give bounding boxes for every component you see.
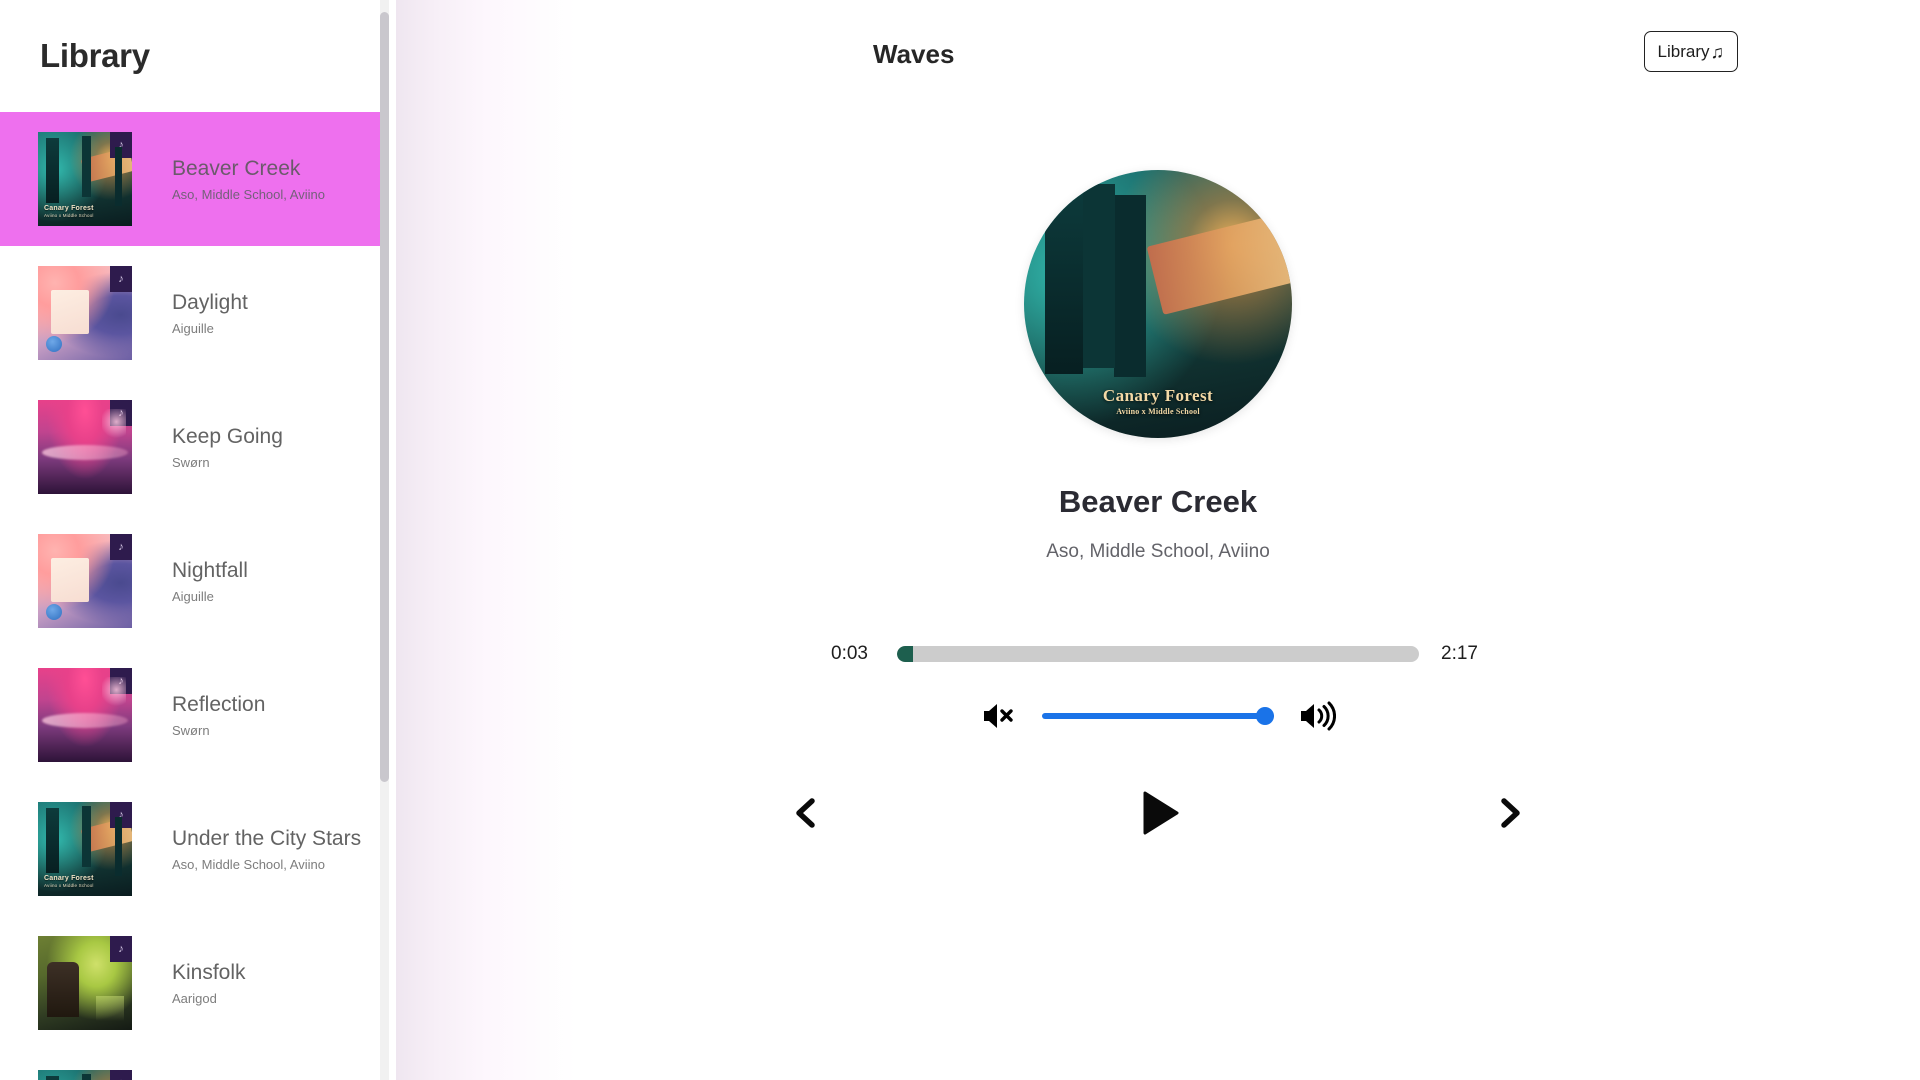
sidebar-edge bbox=[389, 0, 396, 1080]
track-artist: Aarigod bbox=[172, 990, 217, 1006]
track-meta: Daylight Aiguille bbox=[172, 290, 248, 335]
now-playing-panel: Canary Forest Aviino x Middle School Bea… bbox=[396, 108, 1920, 845]
track-thumbnail: ♪ bbox=[38, 266, 132, 360]
library-button-label: Library bbox=[1657, 41, 1710, 61]
thumbnail-badge-icon: ♪ bbox=[110, 802, 132, 828]
track-meta: Nightfall Aiguille bbox=[172, 558, 248, 603]
now-playing-title: Beaver Creek bbox=[1058, 484, 1258, 519]
top-bar: Waves Library ♫ bbox=[396, 0, 1920, 108]
thumbnail-caption: Canary Forest Aviino x Middle School bbox=[44, 875, 94, 889]
now-playing-artist: Aso, Middle School, Aviino bbox=[1046, 541, 1270, 562]
sidebar-scrollbar-thumb[interactable] bbox=[380, 12, 389, 782]
seek-slider[interactable] bbox=[897, 646, 1419, 662]
track-name: Keep Going bbox=[172, 425, 283, 449]
album-art: Canary Forest Aviino x Middle School bbox=[1024, 170, 1292, 438]
track-meta: Reflection Swørn bbox=[172, 692, 265, 737]
track-meta: Keep Going Swørn bbox=[172, 424, 283, 469]
thumbnail-badge-icon: ♪ bbox=[110, 668, 132, 694]
play-pause-button[interactable] bbox=[1126, 781, 1190, 845]
track-row[interactable]: ♪ Keep Going Swørn bbox=[0, 380, 396, 514]
thumbnail-badge-icon: ♪ bbox=[110, 266, 132, 292]
volume-knob[interactable] bbox=[1256, 707, 1274, 725]
track-row[interactable]: ♪ Nightfall Aiguille bbox=[0, 514, 396, 648]
track-meta: Under the City Stars Aso, Middle School, … bbox=[172, 826, 361, 871]
track-artist: Swørn bbox=[172, 722, 210, 738]
thumbnail-badge-icon: ♪ bbox=[110, 936, 132, 962]
volume-track bbox=[1042, 713, 1274, 719]
track-row[interactable]: ♪ Reflection Swørn bbox=[0, 648, 396, 782]
music-player-app: Library ♪ Canary Forest Aviino x Middle Sc… bbox=[0, 0, 1920, 1080]
track-row[interactable]: ♪ Canary Forest Aviino x Middle School Beav… bbox=[0, 112, 396, 246]
track-artist: Aiguille bbox=[172, 320, 214, 336]
playback-controls bbox=[781, 781, 1535, 845]
volume-slider[interactable] bbox=[1042, 707, 1274, 725]
track-thumbnail: ♪ Canary Forest Aviino x Middle School bbox=[38, 132, 132, 226]
library-sidebar: Library ♪ Canary Forest Aviino x Middle Sc… bbox=[0, 0, 396, 1080]
track-name: Reflection bbox=[172, 693, 266, 717]
track-row[interactable]: ♪ Canary Forest Aviino x Middle School Unde… bbox=[0, 782, 396, 916]
thumbnail-caption-subtitle: Aviino x Middle School bbox=[44, 213, 94, 219]
track-artist: Aso, Middle School, Aviino bbox=[172, 186, 325, 202]
track-name: Nightfall bbox=[172, 559, 248, 583]
album-art-title: Canary Forest bbox=[1102, 386, 1214, 406]
track-thumbnail: ♪ bbox=[38, 668, 132, 762]
track-thumbnail: ♪ bbox=[38, 1070, 132, 1080]
thumbnail-badge-icon: ♪ bbox=[110, 132, 132, 158]
track-list: ♪ Canary Forest Aviino x Middle School Beav… bbox=[0, 112, 396, 1080]
mute-icon[interactable] bbox=[980, 697, 1018, 735]
track-thumbnail: ♪ bbox=[38, 534, 132, 628]
track-row[interactable]: ♪ bbox=[0, 1050, 396, 1080]
track-artist: Aso, Middle School, Aviino bbox=[172, 856, 325, 872]
track-thumbnail: ♪ bbox=[38, 936, 132, 1030]
track-name: Daylight bbox=[172, 291, 248, 315]
chevron-left-icon bbox=[796, 798, 815, 828]
sidebar-header: Library bbox=[0, 0, 396, 112]
track-name: Under the City Stars bbox=[172, 827, 362, 851]
track-thumbnail: ♪ Canary Forest Aviino x Middle School bbox=[38, 802, 132, 896]
progress-row: 0:03 2:17 bbox=[831, 643, 1485, 665]
chevron-right-icon bbox=[1501, 798, 1520, 828]
thumbnail-caption: Canary Forest Aviino x Middle School bbox=[44, 205, 94, 219]
volume-up-icon[interactable] bbox=[1298, 697, 1336, 735]
player-main-panel: Waves Library ♫ Canary Forest Aviino x M… bbox=[396, 0, 1920, 1080]
sidebar-title: Library bbox=[40, 37, 150, 74]
album-art-caption: Canary Forest Aviino x Middle School bbox=[1024, 386, 1292, 416]
next-track-button[interactable] bbox=[1483, 787, 1535, 839]
volume-row bbox=[980, 697, 1336, 735]
track-meta: Kinsfolk Aarigod bbox=[172, 960, 246, 1005]
track-row[interactable]: ♪ Daylight Aiguille bbox=[0, 246, 396, 380]
album-art-subtitle: Aviino x Middle School bbox=[1116, 406, 1200, 416]
track-artist: Aiguille bbox=[172, 588, 214, 604]
music-note-icon: ♫ bbox=[1710, 41, 1725, 62]
play-icon bbox=[1143, 791, 1179, 835]
track-artist: Swørn bbox=[172, 454, 210, 470]
track-name: Beaver Creek bbox=[172, 157, 301, 181]
thumbnail-badge-icon: ♪ bbox=[110, 534, 132, 560]
track-name: Kinsfolk bbox=[172, 961, 246, 985]
track-thumbnail: ♪ bbox=[38, 400, 132, 494]
thumbnail-badge-icon: ♪ bbox=[110, 400, 132, 426]
track-meta: Beaver Creek Aso, Middle School, Aviino bbox=[172, 156, 325, 201]
current-time-label: 0:03 bbox=[831, 643, 868, 664]
thumbnail-caption-subtitle: Aviino x Middle School bbox=[44, 883, 94, 889]
progress-fill bbox=[897, 646, 913, 662]
total-time-label: 2:17 bbox=[1441, 643, 1478, 664]
library-button[interactable]: Library ♫ bbox=[1643, 31, 1738, 72]
page-title: Waves bbox=[873, 38, 955, 69]
track-row[interactable]: ♪ Kinsfolk Aarigod bbox=[0, 916, 396, 1050]
previous-track-button[interactable] bbox=[781, 787, 833, 839]
thumbnail-badge-icon: ♪ bbox=[110, 1070, 132, 1080]
